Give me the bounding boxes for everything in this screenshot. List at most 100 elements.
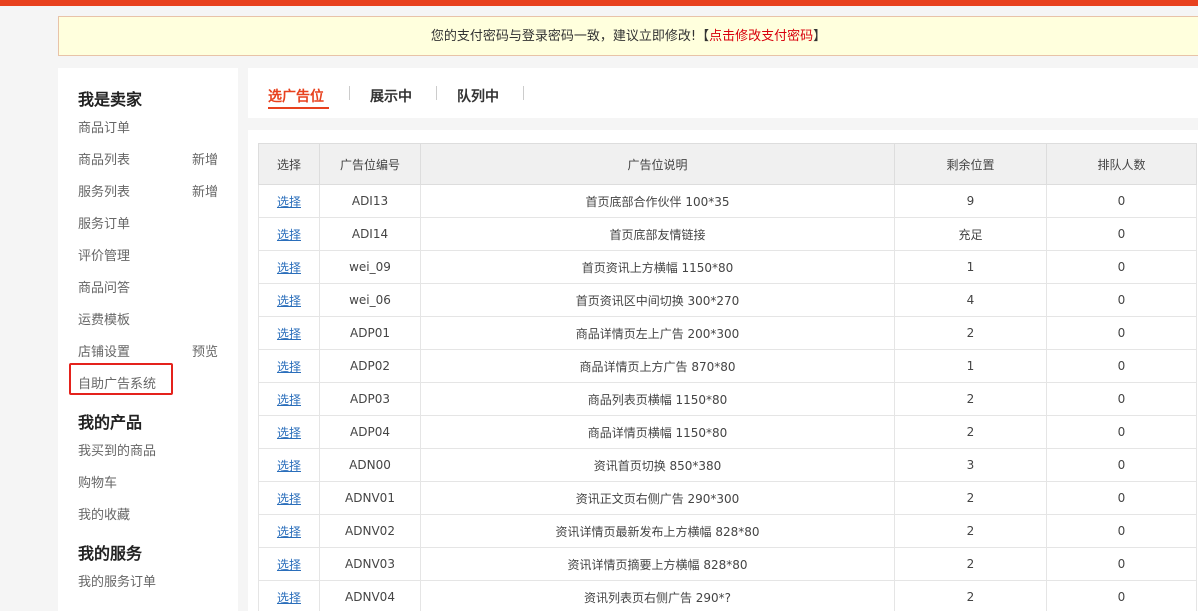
slot-description: 资讯详情页最新发布上方横幅 828*80	[420, 514, 895, 548]
sidebar-item-label: 商品订单	[78, 121, 131, 136]
queue-count: 0	[1046, 283, 1197, 317]
table-row: 选择 ADP02 商品详情页上方广告 870*80 1 0	[258, 349, 1197, 383]
select-cell: 选择	[258, 481, 320, 515]
slot-description: 资讯首页切换 850*380	[420, 448, 895, 482]
column-header-slot-code: 广告位编号	[319, 143, 421, 185]
slot-code: ADN00	[319, 448, 421, 482]
sidebar-item-label: 服务列表	[78, 185, 131, 200]
notice-bracket-open: 【	[696, 29, 710, 44]
queue-count: 0	[1046, 250, 1197, 284]
sidebar-item-label: 商品问答	[78, 281, 131, 296]
tab-select-ad-slot[interactable]: 选广告位	[268, 86, 324, 106]
remaining-count: 9	[894, 184, 1047, 218]
shop-preview-link[interactable]: 预览	[192, 343, 218, 363]
slot-description: 商品详情页横幅 1150*80	[420, 415, 895, 449]
remaining-count: 4	[894, 283, 1047, 317]
sidebar-item-purchased[interactable]: 我买到的商品	[78, 442, 223, 462]
slot-code: ADP02	[319, 349, 421, 383]
sidebar-item-label: 运费模板	[78, 313, 131, 328]
select-link[interactable]: 选择	[277, 492, 301, 506]
section-title-my-services: 我的服务	[78, 544, 143, 563]
sidebar-item-label: 店铺设置	[78, 345, 131, 360]
select-link[interactable]: 选择	[277, 327, 301, 341]
sidebar-item-product-orders[interactable]: 商品订单	[78, 119, 223, 139]
select-link[interactable]: 选择	[277, 195, 301, 209]
select-link[interactable]: 选择	[277, 360, 301, 374]
column-header-select: 选择	[258, 143, 320, 185]
slot-code: ADNV01	[319, 481, 421, 515]
select-cell: 选择	[258, 349, 320, 383]
tab-queued[interactable]: 队列中	[457, 86, 499, 106]
remaining-count: 2	[894, 415, 1047, 449]
sidebar-item-label: 购物车	[78, 476, 118, 491]
sidebar-item-shop-settings[interactable]: 店铺设置 预览	[78, 343, 223, 363]
sidebar-item-my-service-orders[interactable]: 我的服务订单	[78, 573, 223, 593]
table-row: 选择 ADP04 商品详情页横幅 1150*80 2 0	[258, 415, 1197, 449]
select-cell: 选择	[258, 514, 320, 548]
select-cell: 选择	[258, 415, 320, 449]
notice-bracket-close: 】	[813, 29, 827, 44]
table-row: 选择 wei_06 首页资讯区中间切换 300*270 4 0	[258, 283, 1197, 317]
remaining-count: 充足	[894, 217, 1047, 251]
slot-description: 资讯正文页右侧广告 290*300	[420, 481, 895, 515]
remaining-count: 2	[894, 316, 1047, 350]
table-row: 选择 ADNV04 资讯列表页右侧广告 290*? 2 0	[258, 580, 1197, 611]
remaining-count: 3	[894, 448, 1047, 482]
slot-description: 首页资讯区中间切换 300*270	[420, 283, 895, 317]
select-link[interactable]: 选择	[277, 261, 301, 275]
sidebar-item-favorites[interactable]: 我的收藏	[78, 506, 223, 526]
notice-text: 您的支付密码与登录密码一致，建议立即修改!	[430, 29, 697, 44]
queue-count: 0	[1046, 415, 1197, 449]
select-cell: 选择	[258, 448, 320, 482]
table-header-row: 选择 广告位编号 广告位说明 剩余位置 排队人数	[258, 143, 1197, 185]
select-link[interactable]: 选择	[277, 525, 301, 539]
queue-count: 0	[1046, 481, 1197, 515]
sidebar-item-label: 我买到的商品	[78, 444, 157, 459]
table-row: 选择 ADI13 首页底部合作伙伴 100*35 9 0	[258, 184, 1197, 218]
queue-count: 0	[1046, 217, 1197, 251]
sidebar: 我是卖家 商品订单 商品列表 新增 服务列表 新增 服务订单 评价管理 商品问答 运…	[58, 68, 238, 611]
column-header-queue-count: 排队人数	[1046, 143, 1197, 185]
change-pay-password-link[interactable]: 点击修改支付密码	[709, 29, 813, 44]
top-accent-bar	[0, 0, 1198, 6]
remaining-count: 2	[894, 514, 1047, 548]
table-row: 选择 ADNV03 资讯详情页摘要上方横幅 828*80 2 0	[258, 547, 1197, 581]
select-cell: 选择	[258, 283, 320, 317]
sidebar-item-product-list[interactable]: 商品列表 新增	[78, 151, 223, 171]
sidebar-item-cart[interactable]: 购物车	[78, 474, 223, 494]
sidebar-item-product-qa[interactable]: 商品问答	[78, 279, 223, 299]
remaining-count: 1	[894, 250, 1047, 284]
slot-code: ADI14	[319, 217, 421, 251]
remaining-count: 2	[894, 481, 1047, 515]
select-link[interactable]: 选择	[277, 426, 301, 440]
table-row: 选择 ADP03 商品列表页横幅 1150*80 2 0	[258, 382, 1197, 416]
select-link[interactable]: 选择	[277, 294, 301, 308]
select-link[interactable]: 选择	[277, 558, 301, 572]
select-cell: 选择	[258, 184, 320, 218]
queue-count: 0	[1046, 514, 1197, 548]
queue-count: 0	[1046, 448, 1197, 482]
table-row: 选择 wei_09 首页资讯上方横幅 1150*80 1 0	[258, 250, 1197, 284]
sidebar-item-shipping-template[interactable]: 运费模板	[78, 311, 223, 331]
slot-code: ADP01	[319, 316, 421, 350]
tab-divider	[523, 86, 524, 100]
main-panel: 选择 广告位编号 广告位说明 剩余位置 排队人数 选择 ADI13 首页底部合作伙伴…	[248, 130, 1198, 611]
sidebar-item-review-management[interactable]: 评价管理	[78, 247, 223, 267]
add-service-link[interactable]: 新增	[192, 183, 218, 203]
slot-description: 资讯详情页摘要上方横幅 828*80	[420, 547, 895, 581]
select-link[interactable]: 选择	[277, 228, 301, 242]
table-row: 选择 ADN00 资讯首页切换 850*380 3 0	[258, 448, 1197, 482]
active-tab-indicator	[268, 107, 329, 109]
select-link[interactable]: 选择	[277, 591, 301, 605]
select-link[interactable]: 选择	[277, 459, 301, 473]
tab-divider	[349, 86, 350, 100]
ad-slot-table: 选择 广告位编号 广告位说明 剩余位置 排队人数 选择 ADI13 首页底部合作伙伴…	[258, 143, 1197, 611]
remaining-count: 2	[894, 580, 1047, 611]
sidebar-item-label: 服务订单	[78, 217, 131, 232]
tab-showing[interactable]: 展示中	[370, 86, 412, 106]
sidebar-item-service-orders[interactable]: 服务订单	[78, 215, 223, 235]
select-link[interactable]: 选择	[277, 393, 301, 407]
sidebar-item-service-list[interactable]: 服务列表 新增	[78, 183, 223, 203]
tab-bar: 选广告位 展示中 队列中	[248, 68, 1198, 118]
add-product-link[interactable]: 新增	[192, 151, 218, 171]
